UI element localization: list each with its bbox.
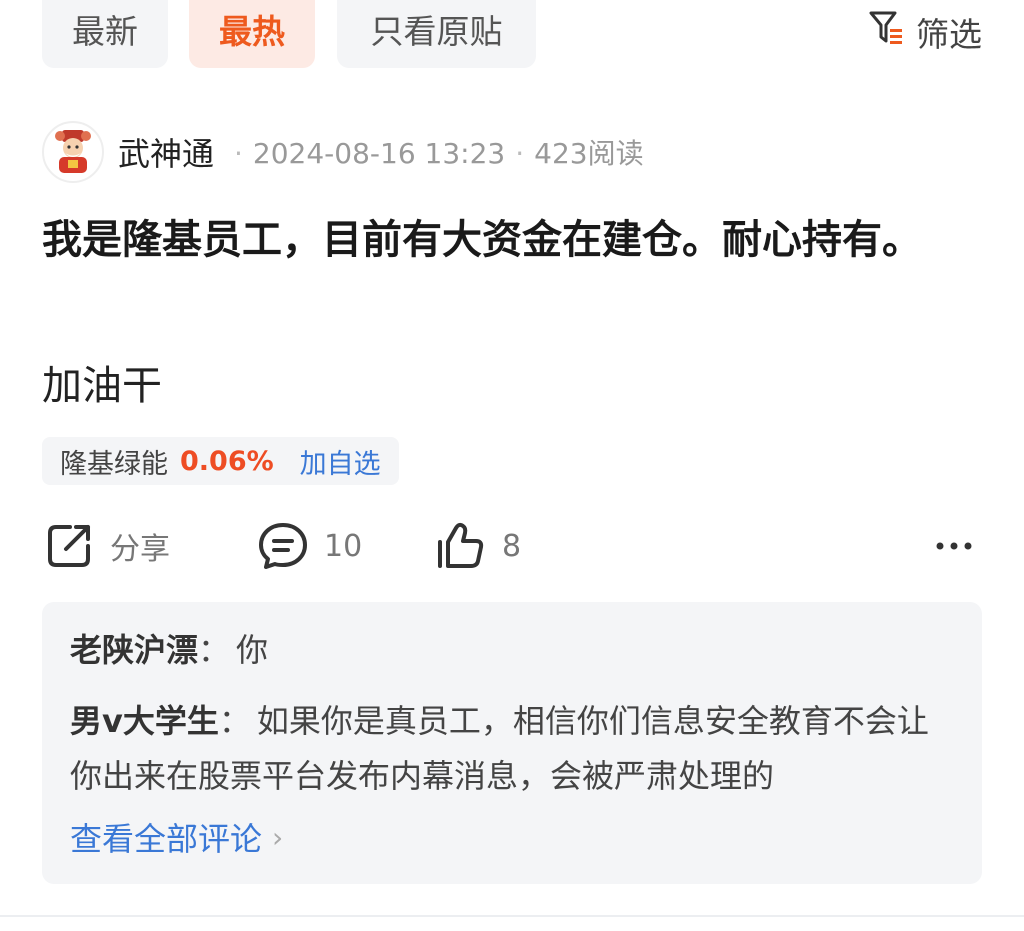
stock-name: 隆基绿能 — [60, 448, 168, 480]
read-count: 423阅读 — [534, 137, 644, 170]
filter-button[interactable]: 筛选 — [868, 0, 982, 64]
share-label: 分享 — [110, 532, 170, 567]
add-watchlist-button[interactable]: 加自选 — [300, 442, 381, 481]
filter-icon — [868, 9, 904, 55]
filter-label: 筛选 — [916, 15, 982, 54]
avatar[interactable] — [42, 121, 104, 183]
divider — [0, 915, 1024, 917]
tab-hot[interactable]: 最热 — [189, 0, 315, 68]
like-count: 8 — [502, 528, 522, 564]
comment-user[interactable]: 男v大学生 — [70, 702, 219, 740]
share-icon — [48, 525, 90, 567]
comment-user[interactable]: 老陕沪漂 — [70, 631, 198, 669]
post-header: 武神通 · 2024-08-16 13:23 · 423阅读 — [42, 121, 644, 183]
like-button[interactable]: 8 — [434, 518, 521, 574]
comment-colon: ： — [198, 631, 231, 669]
view-all-label: 查看全部评论 — [70, 820, 263, 858]
view-all-comments-link[interactable]: 查看全部评论 › — [70, 814, 954, 860]
more-button[interactable] — [934, 518, 974, 574]
comment-button[interactable]: 10 — [256, 518, 362, 574]
comment-icon — [259, 523, 307, 569]
action-bar: 分享 10 8 — [42, 518, 982, 574]
comment-colon: ： — [218, 702, 251, 740]
tab-original-only[interactable]: 只看原贴 — [337, 0, 536, 68]
more-icon — [936, 542, 972, 550]
like-icon — [438, 522, 484, 568]
comment-preview[interactable]: 老陕沪漂：你 男v大学生： 如果你是真员工，相信你们信息安全教育不会让你出来在股票… — [42, 602, 982, 884]
comment-text: 你 — [236, 631, 269, 669]
stock-chip[interactable]: 隆基绿能 0.06% 加自选 — [42, 437, 399, 485]
author-name[interactable]: 武神通 — [118, 129, 214, 175]
post-title[interactable]: 我是隆基员工，目前有大资金在建仓。耐心持有。 — [42, 205, 982, 275]
post-meta: · 2024-08-16 13:23 · 423阅读 — [234, 137, 644, 170]
comment-item[interactable]: 男v大学生： 如果你是真员工，相信你们信息安全教育不会让你出来在股票平台发布内幕消… — [70, 694, 954, 804]
post-body: 加油干 — [42, 363, 162, 409]
comment-count: 10 — [324, 528, 363, 564]
filter-tabs: 最新 最热 只看原贴 筛选 — [42, 0, 982, 68]
post-date: 2024-08-16 13:23 — [252, 137, 506, 170]
tab-latest[interactable]: 最新 — [42, 0, 168, 68]
share-button[interactable]: 分享 — [42, 518, 170, 574]
avatar-icon — [55, 130, 91, 173]
stock-change: 0.06% — [180, 445, 274, 477]
comment-item[interactable]: 老陕沪漂：你 — [70, 620, 954, 690]
chevron-right-icon: › — [272, 820, 284, 854]
